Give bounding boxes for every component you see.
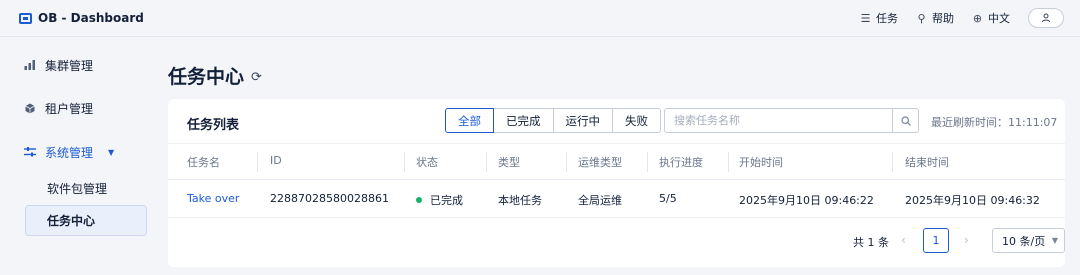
status-filter: 全部 已完成 运行中 失败 (445, 108, 661, 133)
filter-all[interactable]: 全部 (445, 108, 494, 133)
globe-icon: ⊕ (972, 11, 983, 25)
logo-icon (19, 12, 32, 24)
search-icon (900, 115, 911, 126)
table-row: Take over 22887028580028861 已完成 本地任务 全局运… (168, 180, 1065, 218)
top-header: OB - Dashboard ☰ 任务 ⚲ 帮助 ⊕ 中文 (0, 0, 1080, 37)
task-status-text: 已完成 (430, 194, 463, 207)
column-divider (486, 152, 487, 172)
language-switch[interactable]: ⊕ 中文 (972, 8, 1010, 28)
column-divider (566, 152, 567, 172)
refresh-icon[interactable]: ⟳ (251, 70, 262, 85)
list-icon: ☰ (860, 11, 871, 25)
sidebar-item-label: 租户管理 (45, 101, 94, 116)
app-title: OB - Dashboard (38, 11, 144, 25)
column-header: 状态 (416, 156, 438, 169)
app-logo[interactable]: OB - Dashboard (19, 11, 144, 25)
task-id: 22887028580028861 (270, 192, 389, 205)
search-button[interactable] (892, 109, 918, 132)
column-divider (647, 152, 648, 172)
prev-page-icon[interactable]: ‹ (901, 233, 906, 247)
sidebar-item-tenant[interactable]: 租户管理 (24, 98, 93, 118)
chevron-down-icon: ▼ (1051, 236, 1058, 245)
task-end-time: 2025年9月10日 09:46:32 (905, 194, 1040, 207)
column-divider (728, 152, 729, 172)
caret-down-icon: ▼ (108, 147, 115, 157)
column-header: 类型 (498, 156, 520, 169)
page-size-select[interactable]: 10 条/页 ▼ (992, 228, 1065, 253)
last-refresh-time: 最近刷新时间：11:11:07 (931, 116, 1058, 129)
sidebar-item-label: 集群管理 (45, 58, 94, 73)
column-header: ID (270, 154, 282, 167)
filter-running[interactable]: 运行中 (552, 108, 613, 133)
column-header: 运维类型 (578, 156, 622, 169)
column-header: 任务名 (187, 156, 220, 169)
language-label: 中文 (988, 12, 1010, 25)
column-divider (892, 152, 893, 172)
next-page-icon[interactable]: › (964, 233, 969, 247)
header-actions: ☰ 任务 ⚲ 帮助 ⊕ 中文 (860, 8, 1064, 28)
task-list-card: 任务列表 全部 已完成 运行中 失败 最近刷新时间：11:11:07 任务名 I… (168, 99, 1065, 267)
status-dot-icon (416, 197, 422, 203)
page-1-button[interactable]: 1 (923, 228, 949, 253)
sidebar-subitem-packages[interactable]: 软件包管理 (47, 180, 107, 197)
task-name-link[interactable]: Take over (187, 192, 239, 205)
bar-chart-icon (24, 60, 35, 70)
task-type: 本地任务 (498, 194, 542, 207)
column-divider (404, 152, 405, 172)
user-icon (1042, 13, 1050, 23)
sidebar-item-cluster[interactable]: 集群管理 (24, 55, 93, 75)
column-header: 开始时间 (739, 156, 783, 169)
page-size-value: 10 条/页 (1002, 234, 1046, 248)
column-header: 执行进度 (659, 156, 703, 169)
cube-icon (25, 103, 35, 113)
table-header: 任务名 ID 状态 类型 运维类型 执行进度 开始时间 结束时间 (168, 143, 1065, 180)
column-divider (257, 152, 258, 172)
page-title: 任务中心 ⟳ (168, 62, 262, 89)
column-header: 结束时间 (905, 156, 949, 169)
help-icon: ⚲ (917, 11, 926, 25)
task-ops-type: 全局运维 (578, 194, 622, 207)
card-title: 任务列表 (187, 118, 240, 133)
sidebar-item-label: 系统管理 (45, 145, 94, 160)
user-menu-button[interactable] (1028, 8, 1064, 28)
task-status: 已完成 (416, 192, 463, 208)
filter-completed[interactable]: 已完成 (493, 108, 554, 133)
search-box (664, 108, 919, 133)
task-progress: 5/5 (659, 192, 677, 205)
sidebar: 集群管理 租户管理 系统管理 ▼ 软件包管理 任务中心 (0, 38, 148, 275)
sidebar-item-system[interactable]: 系统管理 ▼ (24, 142, 114, 162)
total-count: 共 1 条 (853, 236, 889, 249)
help-label: 帮助 (932, 12, 954, 25)
sidebar-subitem-task-center[interactable]: 任务中心 (25, 205, 147, 236)
tasks-menu[interactable]: ☰ 任务 (860, 8, 898, 28)
filter-failed[interactable]: 失败 (612, 108, 661, 133)
search-input[interactable] (665, 109, 892, 132)
sliders-icon (24, 147, 36, 157)
page-title-text: 任务中心 (168, 66, 245, 88)
tasks-label: 任务 (876, 12, 898, 25)
help-menu[interactable]: ⚲ 帮助 (916, 8, 954, 28)
task-start-time: 2025年9月10日 09:46:22 (739, 194, 874, 207)
